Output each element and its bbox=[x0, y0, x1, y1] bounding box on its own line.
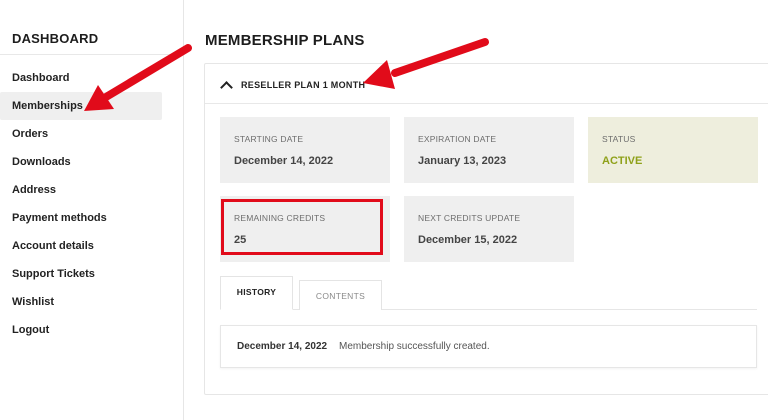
plan-divider bbox=[205, 103, 768, 104]
sidebar-item-logout[interactable]: Logout bbox=[0, 316, 183, 344]
expiration-date-card: EXPIRATION DATE January 13, 2023 bbox=[404, 117, 574, 183]
sidebar-item-downloads[interactable]: Downloads bbox=[0, 148, 183, 176]
plan-accordion-header[interactable]: RESELLER PLAN 1 MONTH bbox=[220, 78, 366, 94]
expiration-date-value: January 13, 2023 bbox=[418, 155, 507, 167]
starting-date-card: STARTING DATE December 14, 2022 bbox=[220, 117, 390, 183]
sidebar-item-payment-methods[interactable]: Payment methods bbox=[0, 204, 183, 232]
chevron-up-icon bbox=[220, 80, 233, 94]
sidebar: DASHBOARD Dashboard Memberships Orders D… bbox=[0, 0, 184, 420]
tab-history[interactable]: HISTORY bbox=[220, 276, 293, 310]
starting-date-value: December 14, 2022 bbox=[234, 155, 334, 167]
page-title: MEMBERSHIP PLANS bbox=[205, 32, 365, 49]
sidebar-item-address[interactable]: Address bbox=[0, 176, 183, 204]
expiration-date-label: EXPIRATION DATE bbox=[418, 134, 497, 144]
remaining-credits-card: REMAINING CREDITS 25 bbox=[220, 196, 390, 262]
remaining-credits-value: 25 bbox=[234, 234, 247, 246]
status-badge: ACTIVE bbox=[602, 155, 643, 167]
next-credits-update-value: December 15, 2022 bbox=[418, 234, 518, 246]
plan-name: RESELLER PLAN 1 MONTH bbox=[241, 80, 366, 90]
sidebar-item-memberships[interactable]: Memberships bbox=[0, 92, 162, 120]
sidebar-item-dashboard[interactable]: Dashboard bbox=[0, 64, 183, 92]
status-label: STATUS bbox=[602, 134, 636, 144]
sidebar-item-wishlist[interactable]: Wishlist bbox=[0, 288, 183, 316]
sidebar-title: DASHBOARD bbox=[12, 31, 99, 46]
next-credits-update-label: NEXT CREDITS UPDATE bbox=[418, 213, 521, 223]
sidebar-item-account-details[interactable]: Account details bbox=[0, 232, 183, 260]
history-text: Membership successfully created. bbox=[339, 341, 490, 352]
sidebar-nav: Dashboard Memberships Orders Downloads A… bbox=[0, 64, 183, 344]
sidebar-item-orders[interactable]: Orders bbox=[0, 120, 183, 148]
starting-date-label: STARTING DATE bbox=[234, 134, 304, 144]
history-date: December 14, 2022 bbox=[237, 341, 328, 352]
history-list-item: December 14, 2022 Membership successfull… bbox=[220, 325, 757, 368]
sidebar-divider bbox=[0, 54, 183, 55]
remaining-credits-label: REMAINING CREDITS bbox=[234, 213, 326, 223]
tab-contents[interactable]: CONTENTS bbox=[299, 280, 382, 310]
next-credits-update-card: NEXT CREDITS UPDATE December 15, 2022 bbox=[404, 196, 574, 262]
status-card: STATUS ACTIVE bbox=[588, 117, 758, 183]
sidebar-item-support-tickets[interactable]: Support Tickets bbox=[0, 260, 183, 288]
